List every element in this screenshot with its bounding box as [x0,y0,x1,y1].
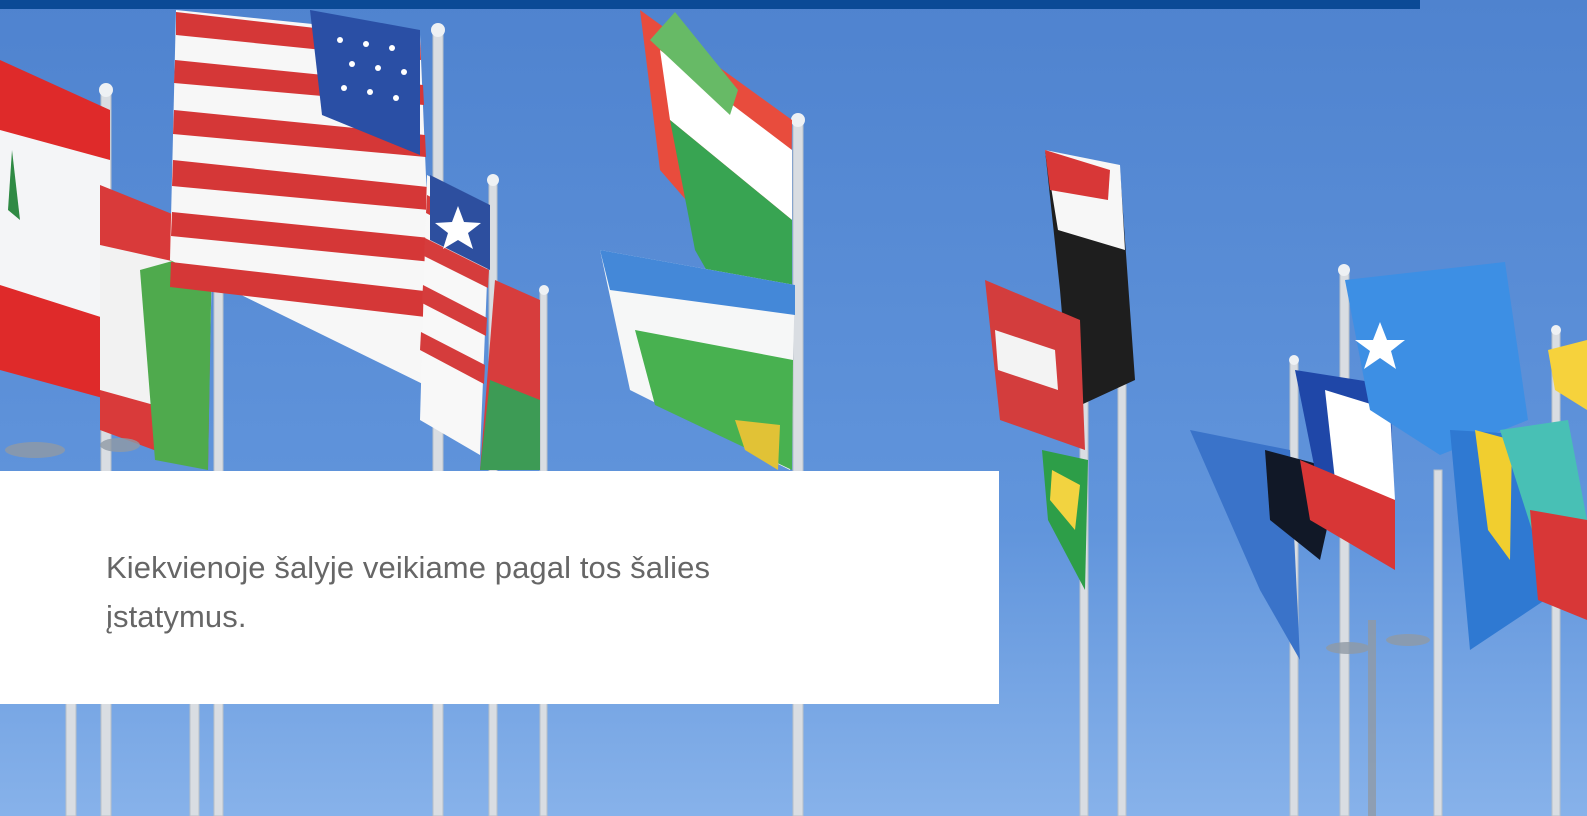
caption-text: Kiekvienoje šalyje veikiame pagal tos ša… [106,550,711,634]
hero-section: Kiekvienoje šalyje veikiame pagal tos ša… [0,0,1587,816]
caption-card: Kiekvienoje šalyje veikiame pagal tos ša… [0,471,999,704]
top-accent-bar [0,0,1420,9]
